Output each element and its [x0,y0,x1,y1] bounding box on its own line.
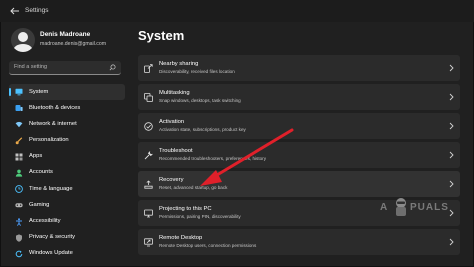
accessibility-icon [16,217,22,226]
sidebar-item-network-internet[interactable]: Network & internet [9,116,125,132]
wrench-icon [144,151,153,160]
mascot-icon [396,198,406,216]
recovery-icon [144,180,153,189]
chevron-right-icon [449,238,454,246]
chevron-right-icon [449,151,454,159]
settings-list: Nearby sharing Discoverability, received… [138,55,460,258]
sidebar-item-time-language[interactable]: Time & language [9,181,125,197]
sidebar-item-accessibility[interactable]: Accessibility [9,214,125,230]
sidebar-item-privacy-security[interactable]: Privacy & security [9,230,125,246]
sidebar-item-personalization[interactable]: Personalization [9,133,125,149]
chevron-right-icon [449,64,454,72]
bluetooth-icon [15,105,23,112]
globe-clock-icon [15,185,23,193]
chevron-right-icon [449,122,454,130]
watermark-logo: A PUALS [380,190,464,220]
sidebar-item-windows-update[interactable]: Windows Update [9,246,125,262]
card-activation[interactable]: Activation Activation state, subscriptio… [138,113,460,139]
app-title: Settings [25,7,49,14]
card-remote-desktop[interactable]: Remote Desktop Remote Desktop users, con… [138,229,460,255]
sidebar-item-accounts[interactable]: Accounts [9,165,125,181]
card-nearby-sharing[interactable]: Nearby sharing Discoverability, received… [138,55,460,81]
projector-icon [144,209,153,218]
apps-icon [15,153,23,161]
chevron-right-icon [449,180,454,188]
user-email: madroane.denis@gmail.com [40,41,107,47]
monitor-icon [15,88,23,96]
sidebar-item-system[interactable]: System [9,84,125,101]
account-icon [15,169,23,177]
user-name: Denis Madroane [40,31,91,38]
title-bar: Settings [0,0,474,22]
avatar[interactable] [11,28,35,52]
search-input[interactable]: Find a setting [14,64,47,70]
back-arrow-icon[interactable] [10,7,20,15]
sidebar-nav: System Bluetooth & devices Network & int… [9,84,125,262]
remote-desktop-icon [144,238,153,247]
controller-icon [15,203,23,208]
brush-icon [15,136,23,144]
search-box[interactable]: Find a setting [9,61,121,75]
checkmark-circle-icon [144,122,153,131]
chevron-right-icon [449,93,454,101]
card-troubleshoot[interactable]: Troubleshoot Recommended troubleshooters… [138,142,460,168]
wifi-icon [15,122,23,128]
card-multitasking[interactable]: Multitasking Snap windows, desktops, tas… [138,84,460,110]
page-title: System [138,28,185,43]
search-icon[interactable] [109,64,116,71]
update-icon [15,250,23,258]
share-icon [144,64,153,73]
sidebar-item-apps[interactable]: Apps [9,149,125,165]
sidebar-item-gaming[interactable]: Gaming [9,197,125,213]
sidebar-item-bluetooth-devices[interactable]: Bluetooth & devices [9,100,125,116]
shield-icon [16,234,22,242]
multitask-icon [144,93,153,102]
